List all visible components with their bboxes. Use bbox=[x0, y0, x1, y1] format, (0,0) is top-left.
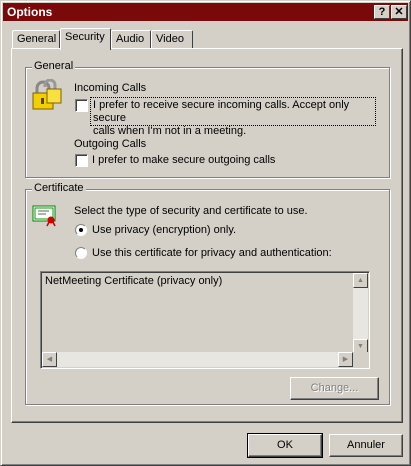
title-bar[interactable]: Options ? ✕ bbox=[3, 3, 408, 21]
tab-security[interactable]: Security bbox=[60, 28, 111, 50]
change-button-label: Change... bbox=[310, 382, 359, 394]
tab-general[interactable]: General bbox=[12, 30, 60, 49]
change-button[interactable]: Change... bbox=[290, 377, 379, 400]
scroll-corner bbox=[353, 352, 368, 367]
close-icon: ✕ bbox=[394, 6, 404, 18]
radio-use-certificate-label[interactable]: Use this certificate for privacy and aut… bbox=[92, 247, 332, 259]
arrow-right-icon: ▶ bbox=[342, 356, 349, 363]
general-legend: General bbox=[32, 60, 76, 72]
certificate-icon bbox=[32, 205, 58, 227]
close-button[interactable]: ✕ bbox=[391, 5, 407, 19]
incoming-calls-heading: Incoming Calls bbox=[74, 82, 147, 94]
lock-icon bbox=[29, 78, 63, 113]
tab-security-label: Security bbox=[65, 31, 105, 43]
scroll-up-button[interactable]: ▲ bbox=[353, 273, 368, 288]
outgoing-calls-heading: Outgoing Calls bbox=[74, 138, 147, 150]
cancel-button[interactable]: Annuler bbox=[329, 434, 403, 457]
scroll-left-button[interactable]: ◀ bbox=[42, 352, 57, 367]
incoming-secure-label-line2: calls when I'm not in a meeting. bbox=[93, 125, 247, 137]
help-button[interactable]: ? bbox=[374, 5, 390, 19]
incoming-secure-label-line1: I prefer to receive secure incoming call… bbox=[93, 99, 350, 124]
tab-audio-label: Audio bbox=[116, 33, 145, 45]
arrow-up-icon: ▲ bbox=[357, 277, 364, 284]
outgoing-secure-label[interactable]: I prefer to make secure outgoing calls bbox=[92, 154, 275, 166]
cancel-button-label: Annuler bbox=[347, 439, 385, 451]
ok-button-label: OK bbox=[277, 439, 293, 451]
certificate-description: Select the type of security and certific… bbox=[74, 205, 308, 217]
incoming-secure-label[interactable]: I prefer to receive secure incoming call… bbox=[90, 97, 376, 137]
tab-video-label: Video bbox=[156, 33, 184, 45]
certificate-list-item[interactable]: NetMeeting Certificate (privacy only) bbox=[45, 275, 222, 287]
options-dialog: Options ? ✕ General Security Audio Video… bbox=[0, 0, 411, 466]
horizontal-scrollbar[interactable]: ◀ ▶ bbox=[42, 352, 353, 367]
arrow-left-icon: ◀ bbox=[46, 356, 53, 363]
radio-use-certificate[interactable] bbox=[75, 247, 87, 259]
radio-privacy-only-label[interactable]: Use privacy (encryption) only. bbox=[92, 224, 236, 236]
certificate-legend: Certificate bbox=[32, 182, 86, 194]
window-title: Options bbox=[7, 5, 53, 19]
scroll-right-button[interactable]: ▶ bbox=[338, 352, 353, 367]
arrow-down-icon: ▼ bbox=[357, 343, 364, 350]
tab-audio[interactable]: Audio bbox=[111, 30, 151, 49]
tab-video[interactable]: Video bbox=[151, 30, 193, 49]
vertical-scrollbar[interactable]: ▲ ▼ bbox=[353, 273, 368, 354]
security-tab-panel: General Incoming Calls I prefer to recei… bbox=[11, 48, 403, 423]
outgoing-secure-checkbox[interactable] bbox=[75, 154, 88, 167]
incoming-secure-checkbox[interactable] bbox=[75, 99, 88, 112]
certificate-listbox[interactable]: NetMeeting Certificate (privacy only) ▲ … bbox=[40, 271, 370, 369]
tab-general-label: General bbox=[17, 33, 57, 45]
help-icon: ? bbox=[378, 6, 386, 18]
radio-privacy-only[interactable] bbox=[75, 224, 87, 236]
ok-button[interactable]: OK bbox=[247, 433, 323, 458]
